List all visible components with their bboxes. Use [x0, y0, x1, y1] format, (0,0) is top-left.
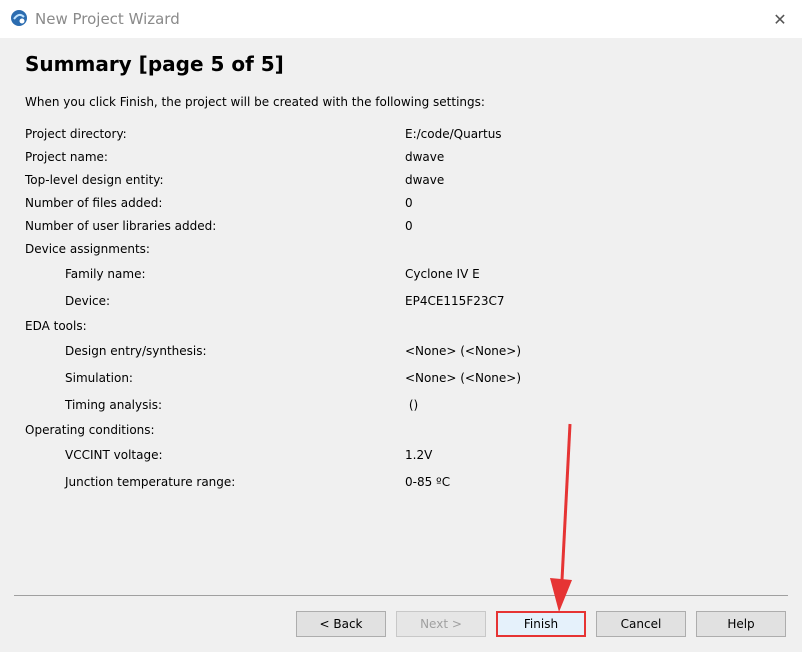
cancel-button[interactable]: Cancel	[596, 611, 686, 637]
timing-analysis-label: Timing analysis:	[65, 398, 162, 412]
files-added-label: Number of files added:	[25, 196, 163, 210]
eda-tools-heading: EDA tools:	[25, 319, 87, 333]
device-value: EP4CE115F23C7	[405, 294, 505, 308]
project-directory-label: Project directory:	[25, 127, 127, 141]
quartus-app-icon	[10, 9, 28, 27]
close-button[interactable]: ✕	[766, 6, 794, 32]
finish-button[interactable]: Finish	[496, 611, 586, 637]
junction-temp-value: 0-85 ºC	[405, 475, 451, 489]
next-button[interactable]: Next >	[396, 611, 486, 637]
help-button[interactable]: Help	[696, 611, 786, 637]
operating-conditions-heading: Operating conditions:	[25, 423, 155, 437]
user-libraries-value: 0	[405, 219, 413, 233]
close-icon: ✕	[773, 9, 787, 29]
vccint-voltage-label: VCCINT voltage:	[65, 448, 163, 462]
button-divider	[14, 595, 788, 596]
top-level-entity-label: Top-level design entity:	[25, 173, 164, 187]
title-bar[interactable]: New Project Wizard ✕	[0, 0, 802, 38]
window-title: New Project Wizard	[35, 10, 180, 28]
user-libraries-label: Number of user libraries added:	[25, 219, 217, 233]
intro-text: When you click Finish, the project will …	[25, 95, 485, 109]
vccint-voltage-value: 1.2V	[405, 448, 433, 462]
design-entry-value: <None> (<None>)	[405, 344, 522, 358]
project-name-value: dwave	[405, 150, 445, 164]
junction-temp-label: Junction temperature range:	[65, 475, 236, 489]
project-directory-value: E:/code/Quartus	[405, 127, 502, 141]
device-label: Device:	[65, 294, 111, 308]
page-title: Summary [page 5 of 5]	[25, 52, 284, 76]
simulation-value: <None> (<None>)	[405, 371, 522, 385]
timing-analysis-value: ()	[405, 398, 419, 412]
simulation-label: Simulation:	[65, 371, 133, 385]
wizard-content: Summary [page 5 of 5] When you click Fin…	[0, 38, 802, 652]
family-name-label: Family name:	[65, 267, 146, 281]
project-name-label: Project name:	[25, 150, 108, 164]
top-level-entity-value: dwave	[405, 173, 445, 187]
back-button[interactable]: < Back	[296, 611, 386, 637]
family-name-value: Cyclone IV E	[405, 267, 480, 281]
design-entry-label: Design entry/synthesis:	[65, 344, 207, 358]
device-assignments-heading: Device assignments:	[25, 242, 150, 256]
files-added-value: 0	[405, 196, 413, 210]
